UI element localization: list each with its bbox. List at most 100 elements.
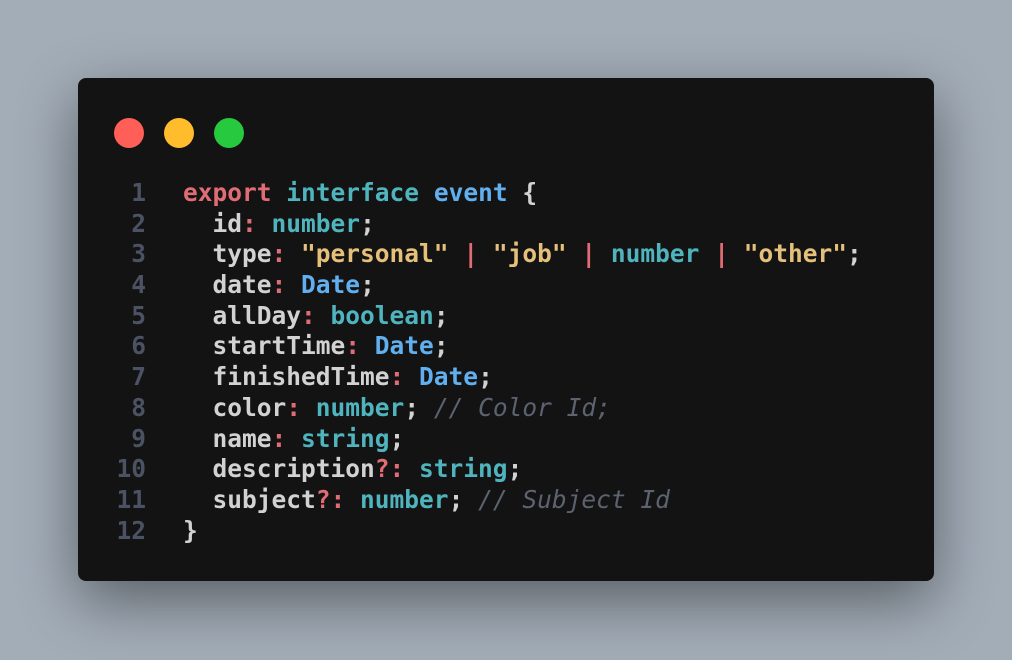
code-token: interface (286, 178, 420, 207)
code-token: ; (507, 454, 523, 484)
code-token: "personal" (301, 239, 449, 269)
code-token: allDay (183, 300, 302, 330)
code-token: export (183, 178, 272, 207)
code-token: | (463, 239, 479, 269)
line-number: 3 (131, 239, 146, 269)
line-number: 7 (131, 362, 146, 392)
code-token: { (507, 178, 538, 207)
maximize-button[interactable] (214, 118, 244, 148)
line-number: 5 (131, 300, 146, 330)
code-line: 3 type: "personal" | "job" | number | "o… (78, 239, 862, 270)
line-number: 1 (131, 178, 146, 207)
line-number: 9 (131, 423, 146, 453)
code-token: // Subject Id (478, 484, 670, 514)
line-number: 10 (116, 454, 146, 484)
code-token: string (419, 454, 508, 484)
code-token: boolean (330, 300, 434, 330)
code-line: 9 name: string; (78, 424, 862, 455)
close-button[interactable] (114, 118, 144, 148)
code-token: name (183, 423, 272, 453)
line-number: 6 (131, 331, 146, 361)
code-token: color (183, 392, 287, 422)
code-token: | (714, 239, 729, 269)
code-token: "job" (492, 239, 567, 269)
code-token: Date (374, 331, 434, 361)
code-token: "other" (743, 239, 847, 269)
line-number: 12 (116, 515, 146, 545)
code-token: : (389, 362, 405, 392)
code-token: ; (448, 484, 479, 514)
code-line: 12} (78, 516, 862, 547)
code-token: ; (389, 423, 405, 453)
code-token: number (610, 239, 700, 269)
code-token: type (183, 239, 272, 269)
code-line: 1 export interface event { (78, 178, 862, 209)
code-token: // Color Id; (433, 392, 611, 422)
code-token: ; (478, 362, 493, 392)
minimize-button[interactable] (164, 118, 194, 148)
code-token: description (183, 454, 375, 484)
code-token: ; (360, 270, 375, 300)
code-token: Date (301, 270, 361, 300)
code-token: : (286, 392, 302, 422)
code-line: 10 description?: string; (78, 454, 862, 485)
code-token: : (242, 208, 257, 238)
code-token: ?: (315, 484, 346, 514)
line-number: 8 (131, 392, 146, 422)
code-token: ?: (374, 454, 405, 484)
code-token: ; (360, 208, 375, 238)
code-token: : (271, 423, 287, 453)
code-token: : (345, 331, 361, 361)
code-token: : (271, 270, 287, 300)
code-line: 6 startTime: Date; (78, 331, 862, 362)
code-line: 5 allDay: boolean; (78, 301, 862, 332)
code-token: finishedTime (183, 362, 390, 392)
code-line: 7 finishedTime: Date; (78, 362, 862, 393)
code-token: ; (847, 239, 862, 269)
code-token: | (581, 239, 597, 269)
code-token: id (183, 208, 243, 238)
code-token: subject (183, 484, 316, 514)
code-token: ; (433, 300, 449, 330)
code-line: 11 subject?: number; // Subject Id (78, 485, 862, 516)
code-token: } (183, 515, 198, 545)
code-block: 1 export interface event {2 id: number; 3 … (78, 178, 862, 547)
code-token: event (433, 178, 508, 207)
line-number: 11 (116, 484, 146, 514)
code-token: number (271, 208, 361, 238)
code-line: 4 date: Date; (78, 270, 862, 301)
code-token: date (183, 270, 272, 300)
line-number: 4 (131, 270, 146, 300)
code-token: number (315, 392, 405, 422)
code-token: : (271, 239, 287, 269)
code-token: startTime (183, 331, 346, 361)
code-token: string (301, 423, 390, 453)
code-token: number (360, 484, 449, 514)
code-token: ; (433, 331, 449, 361)
code-line: 2 id: number; (78, 209, 862, 240)
line-number: 2 (131, 208, 146, 238)
code-token: ; (404, 392, 434, 422)
code-window: 1 export interface event {2 id: number; 3 … (78, 78, 934, 581)
code-token: Date (419, 362, 479, 392)
code-line: 8 color: number; // Color Id; (78, 393, 862, 424)
code-token: : (301, 300, 316, 330)
